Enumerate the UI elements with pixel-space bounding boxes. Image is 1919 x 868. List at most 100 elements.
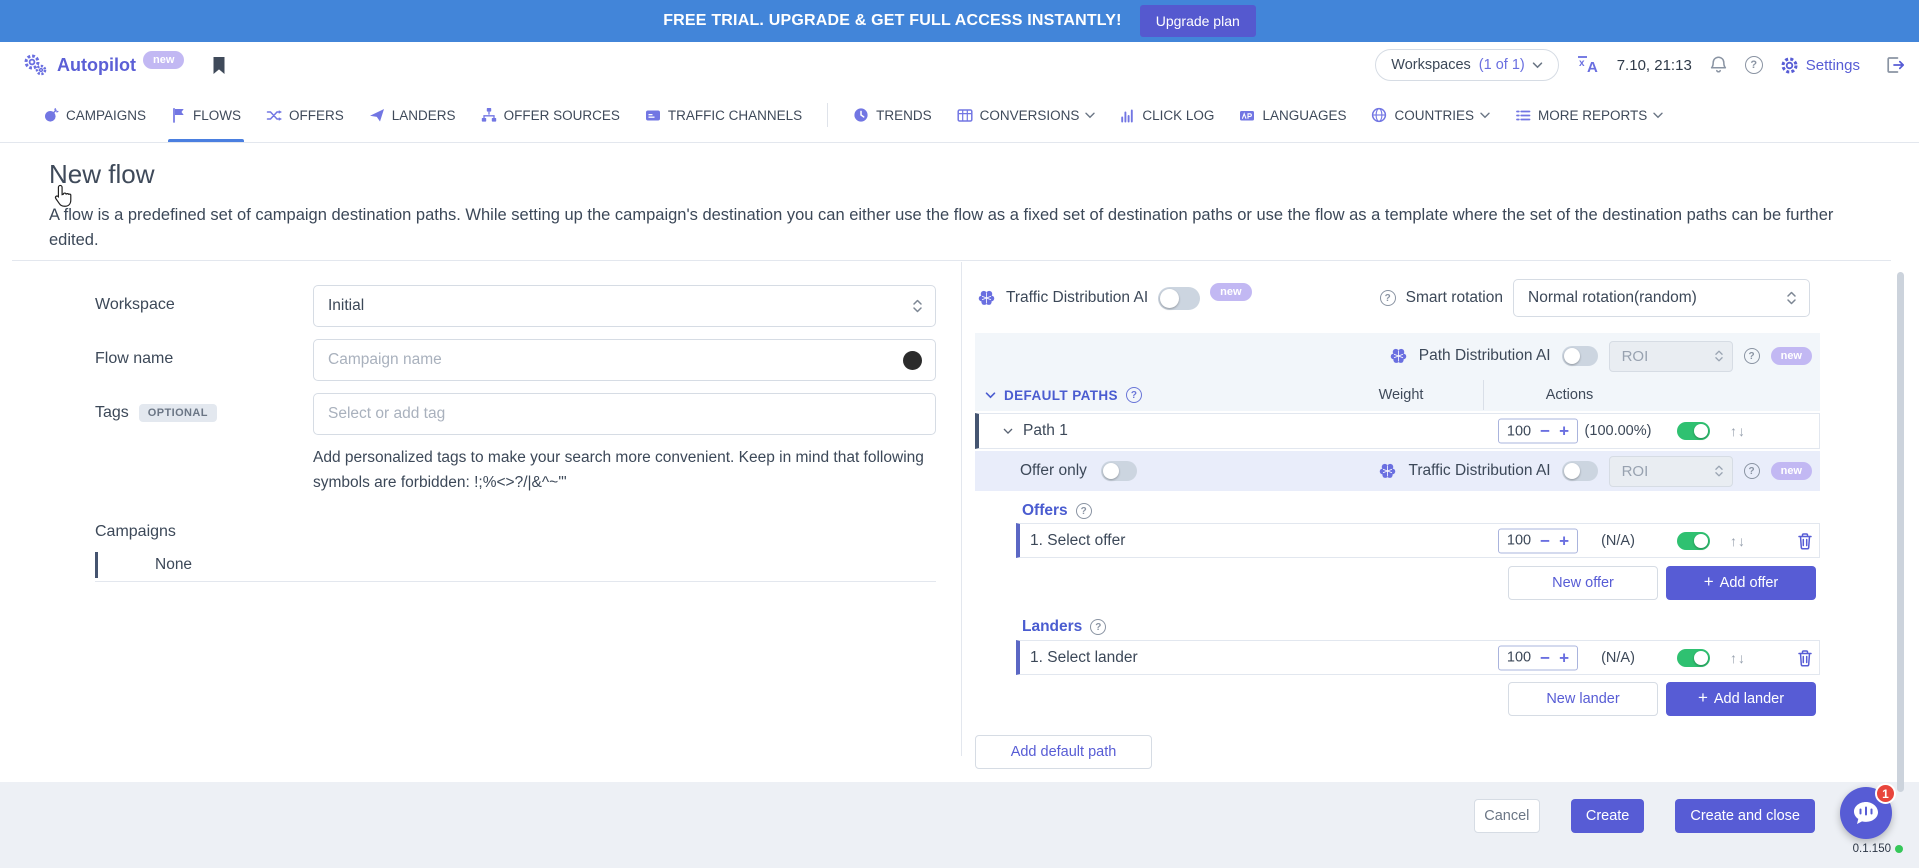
logout-icon[interactable] [1885,56,1905,74]
brand-new-badge: new [143,51,184,69]
page-description: A flow is a predefined set of campaign d… [49,203,1864,253]
nav-offer-sources[interactable]: OFFER SOURCES [481,88,620,142]
autopilot-gears-icon [22,53,48,77]
path-ai-help-icon[interactable]: ? [1744,348,1760,364]
weight-minus-button[interactable]: − [1540,649,1550,666]
page-scrollbar[interactable] [1897,272,1904,792]
tags-input[interactable] [314,394,935,434]
workspace-select[interactable]: Initial [313,285,936,327]
new-offer-button[interactable]: New offer [1508,566,1658,600]
nav-click-log[interactable]: CLICK LOG [1120,88,1214,142]
roi-value: ROI [1622,348,1649,365]
help-icon[interactable]: ? [1745,56,1763,74]
lander-name[interactable]: 1. Select lander [1030,649,1138,667]
paths-columns-header: DEFAULT PATHS ? Weight Actions [975,379,1820,411]
flow-name-input[interactable] [314,340,935,380]
smart-rotation-help-icon[interactable]: ? [1380,290,1396,306]
nav-landers[interactable]: LANDERS [369,88,456,142]
add-offer-button[interactable]: + Add offer [1666,566,1816,600]
flow-color-dot[interactable] [903,351,922,370]
translate-icon[interactable]: x A [1576,55,1600,75]
weight-minus-button[interactable]: − [1540,532,1550,549]
path-name[interactable]: Path 1 [1023,422,1068,440]
collapse-chevron-icon[interactable] [1003,428,1013,435]
default-paths-help-icon[interactable]: ? [1126,387,1142,403]
move-up-icon[interactable]: ↑ [1730,423,1737,439]
campaigns-accent-bar [95,552,98,578]
select-chevrons-icon [1714,464,1724,478]
traffic-ai-help-icon[interactable]: ? [1744,463,1760,479]
tags-label-row: Tags OPTIONAL [95,404,217,422]
bell-icon[interactable] [1709,55,1728,75]
section-divider [12,260,1891,261]
smart-rotation-select[interactable]: Normal rotation(random) [1513,279,1810,317]
form-footer: Cancel Create Create and close [0,782,1919,868]
path-enabled-toggle[interactable] [1677,422,1710,440]
status-dot [1895,845,1903,853]
main-nav: CAMPAIGNS FLOWS OFFERS LANDERS OFFER SOU… [0,88,1919,143]
new-lander-button[interactable]: New lander [1508,682,1658,716]
path-traffic-roi-select[interactable]: ROI [1609,456,1733,487]
traffic-ai-toggle[interactable] [1158,287,1200,310]
brand-autopilot[interactable]: Autopilot [57,55,136,76]
bookmark-icon[interactable] [211,56,227,75]
path-row: Path 1 100 − + (100.00%) ↑ ↓ [975,413,1820,449]
create-and-close-button[interactable]: Create and close [1675,799,1815,833]
path-ai-toggle[interactable] [1562,346,1598,366]
add-lander-button[interactable]: + Add lander [1666,682,1816,716]
column-divider [961,262,962,756]
flow-name-fieldbox [313,339,936,381]
landers-help-icon[interactable]: ? [1090,619,1106,635]
nav-languages[interactable]: LANGUAGES [1239,88,1346,142]
cancel-button[interactable]: Cancel [1474,799,1540,833]
path-weight-value[interactable]: 100 [1507,423,1531,439]
upgrade-plan-button[interactable]: Upgrade plan [1140,5,1256,37]
move-up-icon[interactable]: ↑ [1730,650,1737,666]
nav-campaigns[interactable]: CAMPAIGNS [43,88,146,142]
delete-offer-icon[interactable] [1797,532,1813,550]
nav-traffic-channels[interactable]: TRAFFIC CHANNELS [645,88,802,142]
weight-minus-button[interactable]: − [1540,423,1550,440]
workspaces-selector[interactable]: Workspaces (1 of 1) [1375,49,1558,81]
nav-conversions[interactable]: CONVERSIONS [957,88,1096,142]
path-roi-select[interactable]: ROI [1609,341,1733,372]
weight-plus-button[interactable]: + [1559,423,1569,440]
collapse-chevron-icon[interactable] [985,392,996,399]
move-down-icon[interactable]: ↓ [1738,650,1745,666]
offers-help-icon[interactable]: ? [1076,503,1092,519]
trial-banner-text: FREE TRIAL. UPGRADE & GET FULL ACCESS IN… [663,12,1122,30]
actions-column-header: Actions [1484,387,1655,403]
nav-trends[interactable]: TRENDS [853,88,932,142]
settings-button[interactable]: Settings [1780,56,1860,75]
nav-more-reports[interactable]: MORE REPORTS [1515,88,1663,142]
delete-lander-icon[interactable] [1797,649,1813,667]
offer-enabled-toggle[interactable] [1677,532,1710,550]
move-down-icon[interactable]: ↓ [1738,533,1745,549]
create-button[interactable]: Create [1571,799,1645,833]
lander-weight-value[interactable]: 100 [1507,650,1531,666]
chat-icon [1852,800,1880,826]
weight-plus-button[interactable]: + [1559,649,1569,666]
nav-flows[interactable]: FLOWS [171,88,241,142]
weight-plus-button[interactable]: + [1559,532,1569,549]
campaigns-list: None [95,548,936,582]
workspace-label: Workspace [95,296,175,314]
move-down-icon[interactable]: ↓ [1738,423,1745,439]
offer-weight-value[interactable]: 100 [1507,533,1531,549]
offer-name[interactable]: 1. Select offer [1030,532,1125,550]
move-up-icon[interactable]: ↑ [1730,533,1737,549]
offer-only-toggle[interactable] [1101,461,1137,481]
paths-panel: Traffic Distribution AI new ? Smart rota… [975,278,1820,773]
offer-buttons: New offer + Add offer [1508,566,1816,600]
list-icon [1515,108,1531,123]
nav-offers[interactable]: OFFERS [266,88,344,142]
smart-rotation-value: Normal rotation(random) [1528,289,1697,307]
offer-only-label: Offer only [1020,462,1087,480]
chat-widget-button[interactable]: 1 [1840,787,1892,839]
path-traffic-ai-toggle[interactable] [1562,461,1598,481]
nav-countries[interactable]: COUNTRIES [1371,88,1490,142]
flows-flag-icon [171,107,186,123]
lander-enabled-toggle[interactable] [1677,649,1710,667]
new-flow-page: New flow A flow is a predefined set of c… [0,143,1919,782]
add-default-path-button[interactable]: Add default path [975,735,1152,769]
